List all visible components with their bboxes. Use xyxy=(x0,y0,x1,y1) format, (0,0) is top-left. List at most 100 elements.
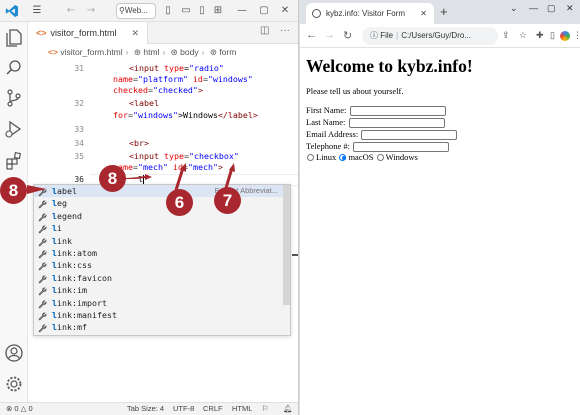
browser-tab[interactable]: kybz.info: Visitor Form ✕ xyxy=(306,3,434,24)
end-of-line[interactable]: CRLF xyxy=(203,403,223,415)
suggestion-label: ink:mf xyxy=(57,322,87,333)
run-debug-icon[interactable] xyxy=(3,118,25,140)
back-arrow-icon[interactable]: ← xyxy=(306,29,317,41)
accounts-icon[interactable] xyxy=(3,342,25,364)
address-scheme-label: File xyxy=(380,31,394,40)
suggestion-scrollbar[interactable] xyxy=(283,185,290,305)
breadcrumb-form[interactable]: form xyxy=(219,47,236,57)
wrench-icon xyxy=(38,225,47,234)
breadcrumb-file[interactable]: visitor_form.html xyxy=(60,47,122,57)
suggestion-item[interactable]: li xyxy=(34,222,284,234)
menu-icon[interactable]: ☰ xyxy=(30,3,44,19)
telephone-row: Telephone #: xyxy=(306,141,450,153)
suggestion-list[interactable]: label Emmet Abbreviat... leg legend li link li… xyxy=(33,184,291,336)
tab-size[interactable]: Tab Size: 4 xyxy=(127,403,164,415)
encoding[interactable]: UTF-8 xyxy=(173,403,194,415)
extensions-icon[interactable] xyxy=(3,150,25,172)
command-center-search[interactable]: ⚲Web... xyxy=(116,3,156,19)
problems-indicator[interactable]: ⊗ 0 △ 0 xyxy=(6,403,33,415)
settings-gear-icon[interactable] xyxy=(3,373,25,395)
search-icon[interactable] xyxy=(3,57,25,79)
close-tab-icon[interactable]: ✕ xyxy=(131,22,139,44)
address-bar[interactable]: ⓘ File | C:/Users/Guy/Dro... xyxy=(362,27,498,45)
address-path: C:/Users/Guy/Dro... xyxy=(401,31,471,40)
close-tab-icon[interactable]: ✕ xyxy=(420,3,427,24)
wrench-icon xyxy=(38,324,47,333)
suggestion-label: ink:manifest xyxy=(57,310,117,320)
first-name-row: First Name: xyxy=(306,105,446,117)
code-token: "windows" xyxy=(207,74,253,84)
close-window-icon[interactable]: ✕ xyxy=(566,3,574,14)
last-name-input[interactable] xyxy=(348,118,445,129)
share-icon[interactable]: ⇪ xyxy=(502,30,510,41)
notifications-bell-icon[interactable]: 🔔︎ xyxy=(283,403,293,415)
profile-avatar-icon[interactable] xyxy=(560,31,570,41)
code-token: <input xyxy=(129,151,164,161)
code-token: for xyxy=(113,110,128,120)
suggestion-item[interactable]: link:atom xyxy=(34,247,284,259)
telephone-input[interactable] xyxy=(353,142,450,153)
extensions-puzzle-icon[interactable]: ✚ xyxy=(536,30,544,41)
forward-arrow-icon[interactable]: → xyxy=(324,29,335,41)
status-bar: ⊗ 0 △ 0 Tab Size: 4 UTF-8 CRLF HTML ⚐ 🔔︎ xyxy=(0,402,298,415)
breadcrumb-body[interactable]: body xyxy=(180,47,198,57)
radio-linux[interactable] xyxy=(307,153,314,161)
wrench-icon xyxy=(38,287,47,296)
code-line-35b: name="mech" id="mech"> xyxy=(113,162,223,172)
web-page: Welcome to kybz.info! Please tell us abo… xyxy=(300,48,580,415)
toggle-sidebar-icon[interactable]: ▯ xyxy=(162,3,174,19)
suggestion-item[interactable]: link xyxy=(34,235,284,247)
code-token: </label> xyxy=(217,110,258,120)
feedback-icon[interactable]: ⚐ xyxy=(262,403,269,415)
split-editor-icon[interactable]: ◫ xyxy=(260,25,269,36)
reload-icon[interactable]: ↻ xyxy=(343,29,352,42)
minimize-icon[interactable]: — xyxy=(236,3,248,19)
bookmark-star-icon[interactable]: ☆ xyxy=(519,30,527,41)
explorer-icon[interactable] xyxy=(3,27,25,49)
chevron-right-icon: › xyxy=(201,47,205,57)
wrench-icon xyxy=(38,238,47,247)
suggestion-item[interactable]: label Emmet Abbreviat... xyxy=(34,185,284,198)
source-control-icon[interactable] xyxy=(3,87,25,109)
tag-icon: ⊛ xyxy=(133,47,141,57)
forward-arrow-icon[interactable]: → xyxy=(84,3,98,19)
toggle-panel-icon[interactable]: ▭ xyxy=(180,3,192,19)
menu-dots-icon[interactable]: ⋮ xyxy=(573,30,580,41)
suggestion-item[interactable]: link:im xyxy=(34,284,284,296)
browser-tab-title: kybz.info: Visitor Form xyxy=(326,9,405,18)
page-intro: Please tell us about yourself. xyxy=(306,86,404,96)
code-line-31c: checked="checked"> xyxy=(113,85,203,95)
minimize-icon[interactable]: — xyxy=(529,3,538,13)
suggestion-item[interactable]: legend xyxy=(34,210,284,222)
line-number: 33 xyxy=(74,125,84,134)
customize-layout-icon[interactable]: ⊞ xyxy=(212,3,224,19)
suggestion-item[interactable]: link:import xyxy=(34,297,284,309)
browser-toolbar: ← → ↻ ⓘ File | C:/Users/Guy/Dro... ⇪ ☆ ✚ ▯… xyxy=(300,24,580,48)
radio-windows[interactable] xyxy=(376,153,384,161)
suggestion-item[interactable]: link:favicon xyxy=(34,272,284,284)
email-input[interactable] xyxy=(361,130,458,141)
restore-icon[interactable]: ▢ xyxy=(258,3,270,19)
chevron-down-icon[interactable]: ⌄ xyxy=(510,3,518,14)
close-window-icon[interactable]: ✕ xyxy=(279,3,291,19)
callout-badge-8-left: 8 xyxy=(0,177,27,204)
toggle-secondary-sidebar-icon[interactable]: ▯ xyxy=(196,3,208,19)
code-token: id xyxy=(192,74,203,84)
back-arrow-icon[interactable]: ← xyxy=(64,3,78,19)
breadcrumb-html[interactable]: html xyxy=(143,47,159,57)
radio-macos[interactable] xyxy=(339,153,347,161)
suggestion-item[interactable]: link:manifest xyxy=(34,309,284,321)
tab-visitor-form[interactable]: <> visitor_form.html ✕ xyxy=(28,22,148,44)
suggestion-item[interactable]: leg xyxy=(34,197,284,209)
sidebar-icon[interactable]: ▯ xyxy=(550,30,555,41)
line-number: 31 xyxy=(74,64,84,73)
new-tab-icon[interactable]: + xyxy=(440,4,448,19)
language-mode[interactable]: HTML xyxy=(232,403,252,415)
suggestion-item[interactable]: link:css xyxy=(34,259,284,271)
restore-icon[interactable]: ▢ xyxy=(547,3,556,14)
chevron-right-icon: › xyxy=(125,47,129,57)
first-name-input[interactable] xyxy=(349,106,446,117)
suggestion-item[interactable]: link:mf xyxy=(34,321,284,333)
more-actions-icon[interactable]: ··· xyxy=(280,25,290,36)
code-token: > xyxy=(217,162,223,172)
